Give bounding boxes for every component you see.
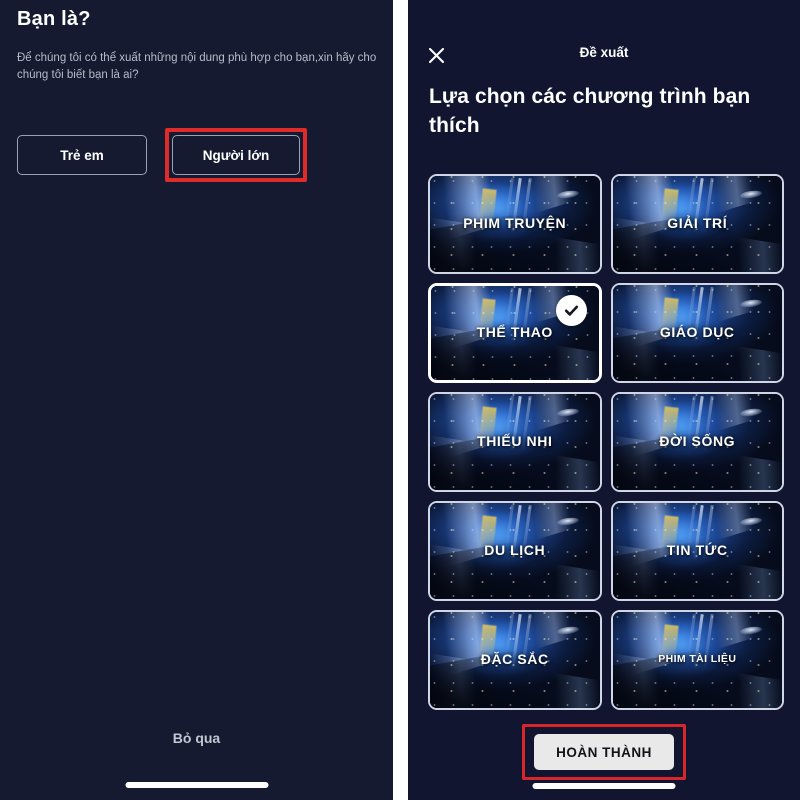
category-tile[interactable]: ĐẶC SẮC: [428, 610, 602, 710]
home-indicator: [125, 782, 268, 788]
category-tile-label: THIẾU NHI: [477, 433, 553, 449]
category-tile[interactable]: GIÁO DỤC: [610, 283, 784, 383]
adult-button[interactable]: Người lớn: [172, 135, 300, 175]
category-tile[interactable]: THIẾU NHI: [428, 392, 602, 492]
modal-header: Đề xuất: [408, 42, 800, 70]
skip-link[interactable]: Bỏ qua: [0, 730, 393, 746]
home-indicator: [532, 783, 676, 789]
category-tile-label: PHIM TRUYỆN: [463, 215, 567, 231]
category-tile[interactable]: THỂ THAO: [428, 283, 602, 383]
modal-title: Đề xuất: [579, 45, 629, 60]
category-tile[interactable]: PHIM TÀI LIỆU: [610, 610, 784, 710]
category-tile-label: GIẢI TRÍ: [667, 215, 728, 231]
category-tile-label: TIN TỨC: [666, 542, 728, 558]
page-title: Bạn là?: [17, 8, 91, 30]
panel-divider: [393, 0, 408, 800]
category-tile[interactable]: ĐỜI SỐNG: [610, 392, 784, 492]
kid-button[interactable]: Trẻ em: [17, 135, 147, 175]
audience-choice-row: Trẻ em Người lớn: [17, 128, 307, 182]
category-tile-label: DU LỊCH: [484, 542, 546, 558]
done-button-area: HOÀN THÀNH: [408, 724, 800, 780]
category-tile-label: ĐỜI SỐNG: [659, 433, 736, 449]
category-tile-label: ĐẶC SẮC: [480, 651, 549, 667]
done-button[interactable]: HOÀN THÀNH: [534, 734, 674, 770]
category-tile-label: GIÁO DỤC: [659, 324, 735, 340]
category-tile[interactable]: DU LỊCH: [428, 501, 602, 601]
category-tile[interactable]: GIẢI TRÍ: [610, 174, 784, 274]
check-icon: [555, 295, 587, 326]
page-subtitle: Để chúng tôi có thể xuất những nội dung …: [17, 52, 377, 81]
category-tile[interactable]: TIN TỨC: [610, 501, 784, 601]
adult-button-highlight: Người lớn: [165, 128, 307, 182]
done-button-highlight: HOÀN THÀNH: [522, 724, 686, 780]
right-recommendation-panel: Đề xuất Lựa chọn các chương trình bạn th…: [408, 0, 800, 800]
left-onboarding-panel: Bạn là? Để chúng tôi có thể xuất những n…: [0, 0, 393, 800]
screenshot-root: Bạn là? Để chúng tôi có thể xuất những n…: [0, 0, 800, 800]
category-grid: PHIM TRUYỆN GIẢI TRÍ THỂ THAO GIÁO DỤC THIẾU…: [428, 174, 784, 710]
recommendation-heading: Lựa chọn các chương trình bạn thích: [429, 85, 751, 137]
category-tile-label: PHIM TÀI LIỆU: [658, 653, 737, 665]
category-tile[interactable]: PHIM TRUYỆN: [428, 174, 602, 274]
